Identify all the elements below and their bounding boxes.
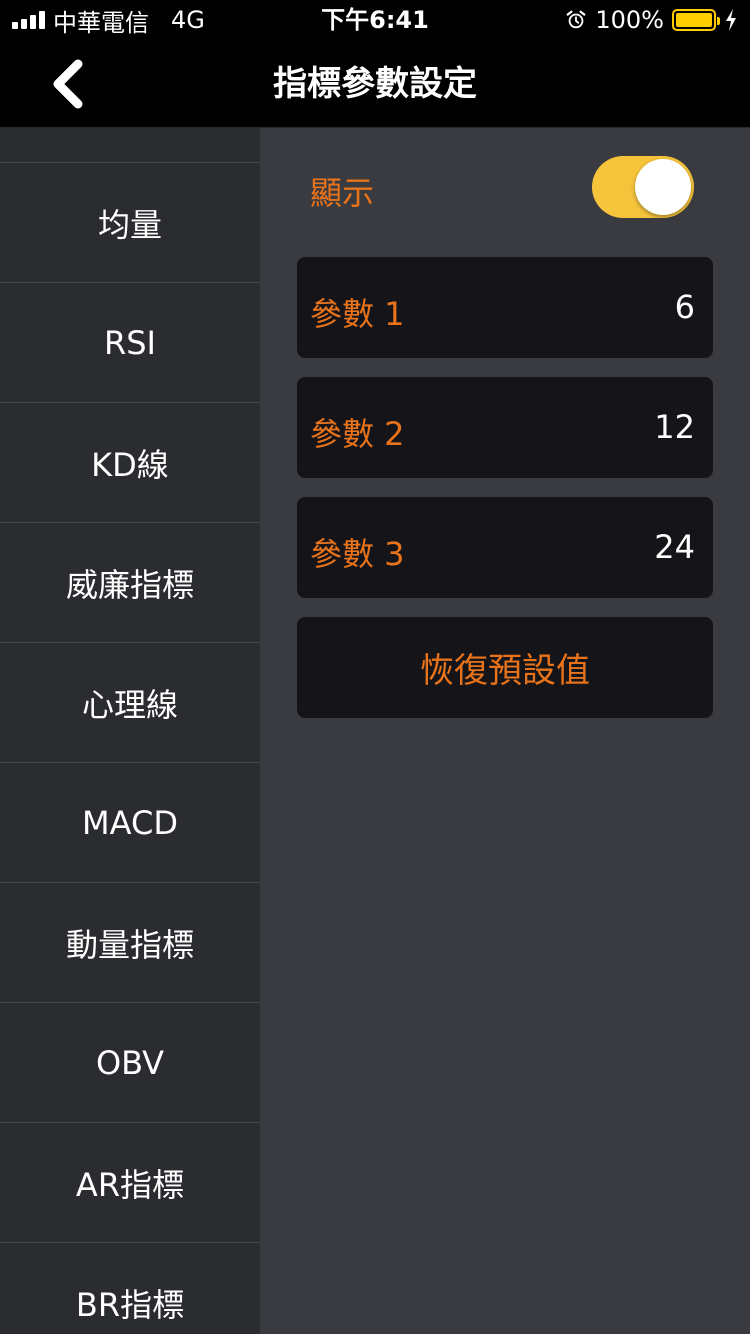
display-row: 顯示 xyxy=(260,156,750,220)
toggle-knob xyxy=(635,159,691,215)
sidebar-item-ar[interactable]: AR指標 xyxy=(0,1123,260,1243)
param-label: 參數 1 xyxy=(310,295,405,333)
page-title: 指標參數設定 xyxy=(273,64,477,104)
chevron-left-icon xyxy=(53,59,83,109)
sidebar-item-williams[interactable]: 威廉指標 xyxy=(0,523,260,643)
sidebar-item-label: RSI xyxy=(104,323,156,362)
settings-panel: 顯示 參數 1 6 參數 2 12 參數 3 24 恢復預設值 xyxy=(260,128,750,1334)
charging-bolt-icon xyxy=(726,9,736,31)
reset-defaults-button[interactable]: 恢復預設值 xyxy=(297,617,713,718)
sidebar-item-obv[interactable]: OBV xyxy=(0,1003,260,1123)
sidebar-item-kd[interactable]: KD線 xyxy=(0,403,260,523)
battery-icon xyxy=(672,9,720,31)
param-label: 參數 3 xyxy=(310,535,405,573)
reset-defaults-label: 恢復預設值 xyxy=(420,651,590,691)
status-bar: 中華電信 4G 下午6:41 100% xyxy=(0,0,750,40)
param-3-row[interactable]: 參數 3 24 xyxy=(297,497,713,598)
param-value: 6 xyxy=(674,288,695,326)
sidebar-top-spacer xyxy=(0,128,260,163)
battery-percent: 100% xyxy=(595,6,664,34)
alarm-clock-icon xyxy=(566,10,586,29)
sidebar-item-rsi[interactable]: RSI xyxy=(0,283,260,403)
sidebar-item-br[interactable]: BR指標 xyxy=(0,1243,260,1334)
display-label: 顯示 xyxy=(310,174,375,212)
app-screen: 中華電信 4G 下午6:41 100% 指標參數設定 均量 RSI KD線 威廉… xyxy=(0,0,750,1334)
sidebar-item-psychological-line[interactable]: 心理線 xyxy=(0,643,260,763)
sidebar-item-label: 均量 xyxy=(97,205,162,244)
sidebar-item-label: 動量指標 xyxy=(65,925,194,964)
indicator-sidebar[interactable]: 均量 RSI KD線 威廉指標 心理線 MACD 動量指標 OBV AR指標 B… xyxy=(0,128,260,1334)
sidebar-item-momentum[interactable]: 動量指標 xyxy=(0,883,260,1003)
sidebar-item-label: OBV xyxy=(95,1043,165,1082)
param-2-row[interactable]: 參數 2 12 xyxy=(297,377,713,478)
status-right: 100% xyxy=(565,6,738,34)
sidebar-item-macd[interactable]: MACD xyxy=(0,763,260,883)
param-value: 24 xyxy=(654,528,695,566)
sidebar-item-label: 威廉指標 xyxy=(65,565,194,604)
sidebar-item-label: MACD xyxy=(82,803,178,842)
sidebar-item-average-volume[interactable]: 均量 xyxy=(0,163,260,283)
param-value: 12 xyxy=(654,408,695,446)
sidebar-item-label: AR指標 xyxy=(75,1165,185,1204)
sidebar-item-label: 心理線 xyxy=(81,685,178,724)
sidebar-item-label: KD線 xyxy=(91,445,169,484)
param-1-row[interactable]: 參數 1 6 xyxy=(297,257,713,358)
battery-fill xyxy=(676,13,712,27)
nav-bar: 指標參數設定 xyxy=(0,40,750,128)
display-toggle[interactable] xyxy=(592,156,694,218)
sidebar-item-label: BR指標 xyxy=(75,1285,185,1324)
param-label: 參數 2 xyxy=(310,415,405,453)
back-button[interactable] xyxy=(40,56,96,112)
